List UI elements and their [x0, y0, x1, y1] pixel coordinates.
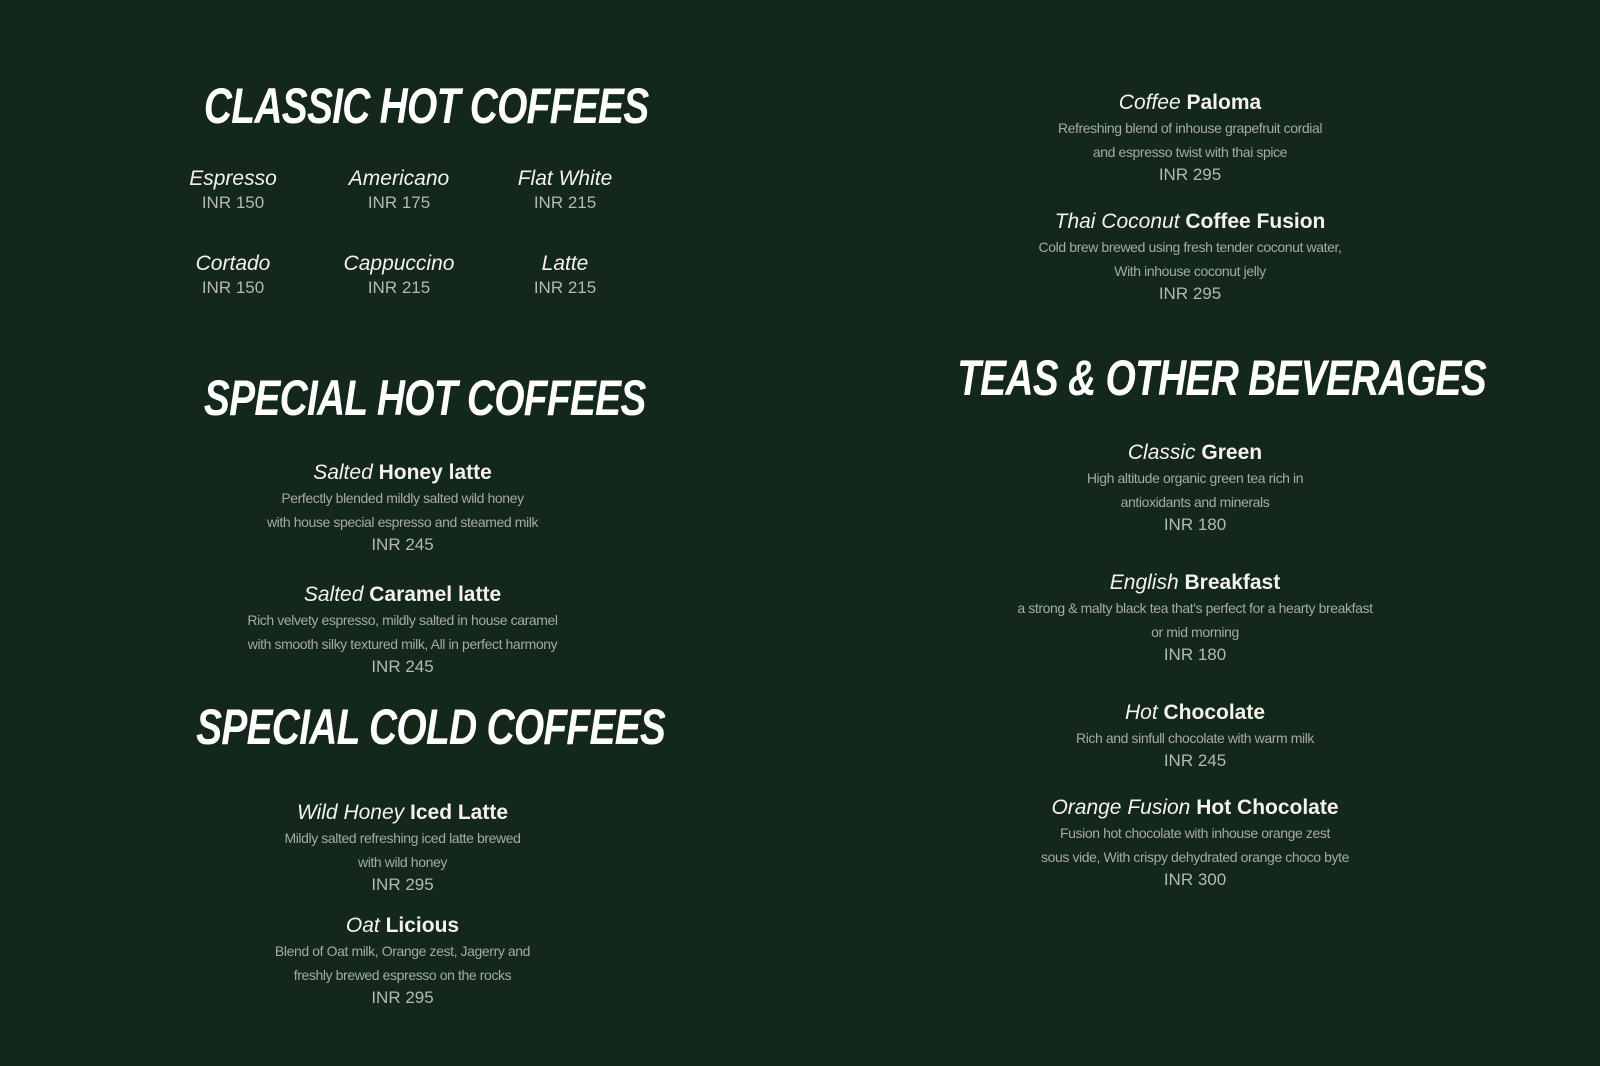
item-price: INR 295: [1158, 165, 1222, 184]
item-name: Wild Honey Iced Latte: [150, 800, 655, 826]
item-name: English Breakfast: [945, 570, 1445, 596]
item-description: with house special espresso and steamed …: [266, 514, 539, 530]
item-name: Salted Honey latte: [150, 460, 655, 486]
menu-item-orange-fusion-hot-chocolate: Orange Fusion Hot Chocolate Fusion hot c…: [945, 795, 1445, 891]
item-name: Espresso: [189, 167, 277, 190]
item-price: INR 245: [371, 657, 434, 676]
item-name-bold: Breakfast: [1184, 571, 1281, 594]
item-description: Perfectly blended mildly salted wild hon…: [281, 490, 524, 506]
item-name-light: Hot: [1124, 701, 1158, 724]
item-price: INR 215: [367, 278, 431, 297]
item-description: or mid morning: [1151, 624, 1239, 640]
item-price: INR 215: [533, 193, 597, 212]
item-name-light: Orange Fusion: [1051, 796, 1191, 819]
item-description: antioxidants and minerals: [1120, 494, 1270, 510]
menu-item-americano: Americano INR 175: [316, 166, 482, 214]
item-description: Rich and sinfull chocolate with warm mil…: [1075, 730, 1315, 746]
item-name-bold: Chocolate: [1163, 701, 1266, 724]
item-description: Rich velvety espresso, mildly salted in …: [247, 612, 558, 628]
menu-item-cappuccino: Cappuccino INR 215: [316, 251, 482, 299]
item-description: a strong & malty black tea that's perfec…: [1017, 600, 1373, 616]
menu-item-salted-caramel-latte: Salted Caramel latte Rich velvety espres…: [150, 582, 655, 678]
item-description: With inhouse coconut jelly: [1114, 263, 1266, 279]
classic-hot-coffees-grid: Espresso INR 150 Americano INR 175 Flat …: [150, 166, 640, 299]
menu-item-thai-coconut-coffee-fusion: Thai Coconut Coffee Fusion Cold brew bre…: [940, 209, 1440, 305]
menu-item-classic-green: Classic Green High altitude organic gree…: [945, 440, 1445, 536]
item-name-bold: Green: [1201, 441, 1263, 464]
item-name-bold: Caramel latte: [369, 583, 502, 606]
classic-hot-coffees-heading: CLASSIC HOT COFFEES: [203, 78, 649, 134]
item-name-bold: Licious: [385, 914, 460, 937]
item-description: Refreshing blend of inhouse grapefruit c…: [1057, 120, 1323, 136]
item-name: Oat Licious: [150, 913, 655, 939]
item-price: INR 245: [1163, 751, 1227, 770]
teas-other-beverages-heading: TEAS & OTHER BEVERAGES: [957, 350, 1487, 406]
menu-item-cortado: Cortado INR 150: [150, 251, 316, 299]
item-description: Blend of Oat milk, Orange zest, Jagerry …: [274, 943, 531, 959]
item-name: Flat White: [517, 167, 613, 190]
menu-item-salted-honey-latte: Salted Honey latte Perfectly blended mil…: [150, 460, 655, 556]
special-cold-coffees-heading: SPECIAL COLD COFFEES: [196, 699, 666, 755]
item-description: with wild honey: [358, 854, 447, 870]
item-price: INR 180: [1163, 645, 1227, 664]
item-name: Thai Coconut Coffee Fusion: [940, 209, 1440, 235]
menu-item-espresso: Espresso INR 150: [150, 166, 316, 214]
item-description: with smooth silky textured milk, All in …: [247, 636, 558, 652]
item-description: sous vide, With crispy dehydrated orange…: [1041, 849, 1349, 865]
item-description: Cold brew brewed using fresh tender coco…: [1038, 239, 1342, 255]
item-name-light: English: [1109, 571, 1179, 594]
item-description: and espresso twist with thai spice: [1092, 144, 1288, 160]
item-name-light: Classic: [1127, 441, 1196, 464]
item-name-bold: Iced Latte: [410, 801, 509, 824]
item-price: INR 215: [533, 278, 597, 297]
item-description: Mildly salted refreshing iced latte brew…: [284, 830, 521, 846]
item-name-light: Wild Honey: [296, 801, 405, 824]
item-name-bold: Hot Chocolate: [1196, 796, 1339, 819]
item-price: INR 245: [371, 535, 434, 554]
item-name: Cortado: [195, 252, 271, 275]
menu-item-wild-honey-iced-latte: Wild Honey Iced Latte Mildly salted refr…: [150, 800, 655, 896]
item-name: Cappuccino: [343, 252, 455, 275]
item-name-light: Salted: [303, 583, 364, 606]
item-name-light: Thai Coconut: [1054, 210, 1180, 233]
item-name-light: Salted: [313, 461, 373, 484]
item-name-bold: Honey latte: [378, 461, 492, 484]
item-name: Latte: [541, 252, 589, 275]
item-price: INR 150: [201, 278, 265, 297]
item-name-light: Coffee: [1118, 91, 1181, 114]
item-name: Americano: [348, 167, 450, 190]
item-description: Fusion hot chocolate with inhouse orange…: [1060, 825, 1330, 841]
item-name-bold: Coffee Fusion: [1185, 210, 1326, 233]
item-price: INR 300: [1163, 870, 1227, 889]
item-name: Salted Caramel latte: [150, 582, 655, 608]
menu-item-latte: Latte INR 215: [482, 251, 648, 299]
item-description: freshly brewed espresso on the rocks: [293, 967, 512, 983]
menu-item-hot-chocolate: Hot Chocolate Rich and sinfull chocolate…: [945, 700, 1445, 772]
item-name: Coffee Paloma: [940, 90, 1440, 116]
item-name: Classic Green: [945, 440, 1445, 466]
special-hot-coffees-heading: SPECIAL HOT COFFEES: [203, 370, 646, 426]
item-price: INR 180: [1163, 515, 1227, 534]
item-name: Orange Fusion Hot Chocolate: [945, 795, 1445, 821]
item-name-light: Oat: [345, 914, 380, 937]
item-name-bold: Paloma: [1186, 91, 1262, 114]
menu-item-oat-licious: Oat Licious Blend of Oat milk, Orange ze…: [150, 913, 655, 1009]
menu-item-flat-white: Flat White INR 215: [482, 166, 648, 214]
item-description: High altitude organic green tea rich in: [1086, 470, 1304, 486]
menu-item-english-breakfast: English Breakfast a strong & malty black…: [945, 570, 1445, 666]
item-price: INR 295: [371, 875, 434, 894]
item-name: Hot Chocolate: [945, 700, 1445, 726]
item-price: INR 295: [371, 988, 434, 1007]
item-price: INR 150: [201, 193, 265, 212]
item-price: INR 295: [1158, 284, 1222, 303]
item-price: INR 175: [367, 193, 431, 212]
menu-item-coffee-paloma: Coffee Paloma Refreshing blend of inhous…: [940, 90, 1440, 186]
